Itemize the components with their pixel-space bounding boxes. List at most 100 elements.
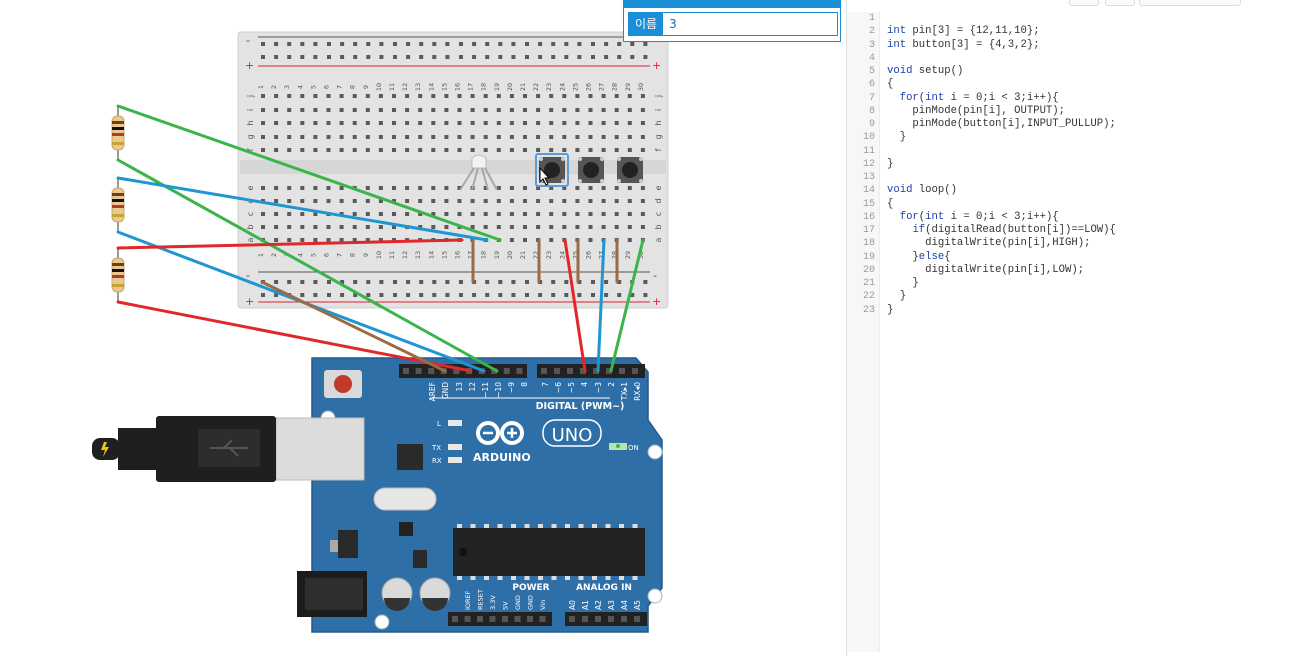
column-number-top: 19 — [493, 83, 501, 91]
code-line: pinMode(pin[i], OUTPUT); — [887, 104, 1066, 117]
code-line: for(int i = 0;i < 3;i++){ — [899, 210, 1059, 223]
column-number-bottom: 4 — [296, 253, 304, 257]
column-number-top: 30 — [637, 83, 645, 91]
code-editor[interactable]: 1 2 3 4 5 6 7 8 9 10 11 12 13 14 15 16 17 18 19 20 21 22 23 in… — [846, 0, 1308, 656]
line-number: 14 — [862, 185, 875, 197]
column-number-top: 1 — [257, 85, 265, 89]
row-letter: f — [654, 148, 663, 151]
usb-cable[interactable] — [92, 416, 365, 482]
toolbar-button-1[interactable] — [1069, 0, 1099, 6]
column-number-bottom: 7 — [336, 253, 344, 257]
line-number: 4 — [868, 52, 875, 64]
analog-header-label: ANALOG IN — [576, 583, 632, 593]
code-line: } — [887, 303, 894, 316]
column-number-top: 8 — [349, 85, 357, 89]
code-line: void setup() — [887, 65, 964, 77]
column-number-top: 23 — [545, 83, 553, 91]
line-number: 22 — [862, 291, 875, 303]
code-line: } — [887, 157, 894, 170]
column-number-top: 13 — [414, 83, 422, 91]
line-number: 23 — [862, 304, 875, 316]
name-property-input[interactable] — [663, 13, 837, 35]
power-pin-label: 3.3V — [489, 595, 497, 610]
digital-pin-label: ~6 — [554, 382, 563, 393]
code-line: }else{ — [887, 250, 951, 263]
row-letter: c — [246, 212, 255, 216]
code-line: } — [887, 277, 919, 289]
column-number-bottom: 14 — [427, 251, 435, 259]
code-line: int button[3] = {4,3,2}; — [887, 38, 1040, 51]
line-number: 3 — [868, 39, 875, 51]
code-line: digitalWrite(pin[i],HIGH); — [887, 237, 1091, 250]
digital-pin-label: ~5 — [567, 382, 576, 393]
row-letter: g — [654, 134, 663, 139]
wire-red-pin12[interactable] — [116, 300, 473, 373]
line-number: 8 — [868, 105, 875, 117]
rail-minus-label: - — [246, 34, 250, 47]
column-number-bottom: 11 — [388, 251, 396, 259]
arduino-uno-board[interactable]: AREF GND 13 12 ~11 ~10 ~9 8 7 ~6 ~5 4 ~3 2 TX▸1 RX◂0 DI… — [297, 357, 663, 633]
code-line: if(digitalRead(button[i])==LOW){ — [912, 224, 1116, 236]
digital-pin-label: TX▸1 — [620, 382, 629, 401]
column-number-bottom: 9 — [362, 253, 370, 257]
column-number-top: 4 — [296, 85, 304, 89]
row-letter: j — [654, 95, 663, 98]
column-number-top: 25 — [571, 83, 579, 91]
column-number-top: 15 — [440, 83, 448, 91]
row-letter: h — [654, 120, 663, 125]
power-pin-label: GND — [514, 595, 522, 610]
led-tx-label: TX — [431, 444, 441, 452]
line-number: 10 — [862, 132, 875, 144]
code-line: for(int i = 0;i < 3;i++){ — [899, 91, 1059, 104]
digital-pin-label: ~10 — [494, 382, 503, 398]
column-number-top: 17 — [467, 83, 475, 91]
row-letter: e — [654, 185, 663, 190]
column-number-bottom: 1 — [257, 253, 265, 257]
column-number-bottom: 24 — [558, 251, 566, 259]
digital-pin-label: 13 — [455, 382, 464, 392]
code-line: { — [887, 197, 894, 210]
code-text-area[interactable]: int pin[3] = {12,11,10}; int button[3] = … — [887, 12, 1116, 317]
column-number-top: 22 — [532, 83, 540, 91]
code-line: } — [887, 290, 907, 303]
rail-plus-label: + — [245, 59, 254, 72]
row-letter: i — [246, 109, 255, 111]
digital-pin-label: 2 — [607, 382, 616, 387]
line-number: 11 — [862, 145, 875, 157]
digital-pin-label: 12 — [468, 382, 477, 392]
analog-pin-label: A4 — [620, 600, 629, 610]
digital-pin-label: ~3 — [594, 382, 603, 393]
line-number: 15 — [862, 198, 875, 210]
analog-pin-label: A2 — [594, 600, 603, 610]
rail-minus-label-right-bottom: - — [653, 269, 657, 282]
line-number: 1 — [868, 13, 875, 24]
line-number: 17 — [862, 225, 875, 236]
row-letter: g — [246, 134, 255, 139]
toolbar-button-3[interactable] — [1139, 0, 1241, 6]
column-number-bottom: 12 — [401, 251, 409, 259]
column-number-top: 20 — [506, 83, 514, 91]
row-letter: j — [246, 95, 255, 98]
power-pin-label: GND — [527, 595, 535, 610]
code-line: { — [887, 78, 894, 91]
line-number: 9 — [868, 119, 875, 130]
code-line: pinMode(button[i],INPUT_PULLUP); — [887, 118, 1116, 130]
resistor-2[interactable] — [111, 178, 125, 232]
push-button-2[interactable] — [578, 157, 604, 183]
column-number-bottom: 10 — [375, 251, 383, 259]
code-line: } — [887, 131, 907, 144]
column-number-top: 2 — [270, 85, 278, 89]
circuit-canvas[interactable]: 1 1 2 2 3 3 4 4 5 5 6 6 7 7 8 8 9 9 10 10 11 11 12 12 13 13 14 14 15… — [0, 0, 846, 656]
row-letter: b — [246, 224, 255, 229]
toolbar-button-2[interactable] — [1105, 0, 1135, 6]
row-letter: e — [246, 185, 255, 190]
component-property-panel: 이름 — [623, 0, 841, 42]
column-number-top: 21 — [519, 83, 527, 91]
resistor-1[interactable] — [111, 106, 125, 160]
resistor-3[interactable] — [111, 248, 125, 302]
analog-pin-label: A5 — [633, 600, 642, 610]
column-number-bottom: 16 — [454, 251, 462, 259]
push-button-3[interactable] — [617, 157, 643, 183]
